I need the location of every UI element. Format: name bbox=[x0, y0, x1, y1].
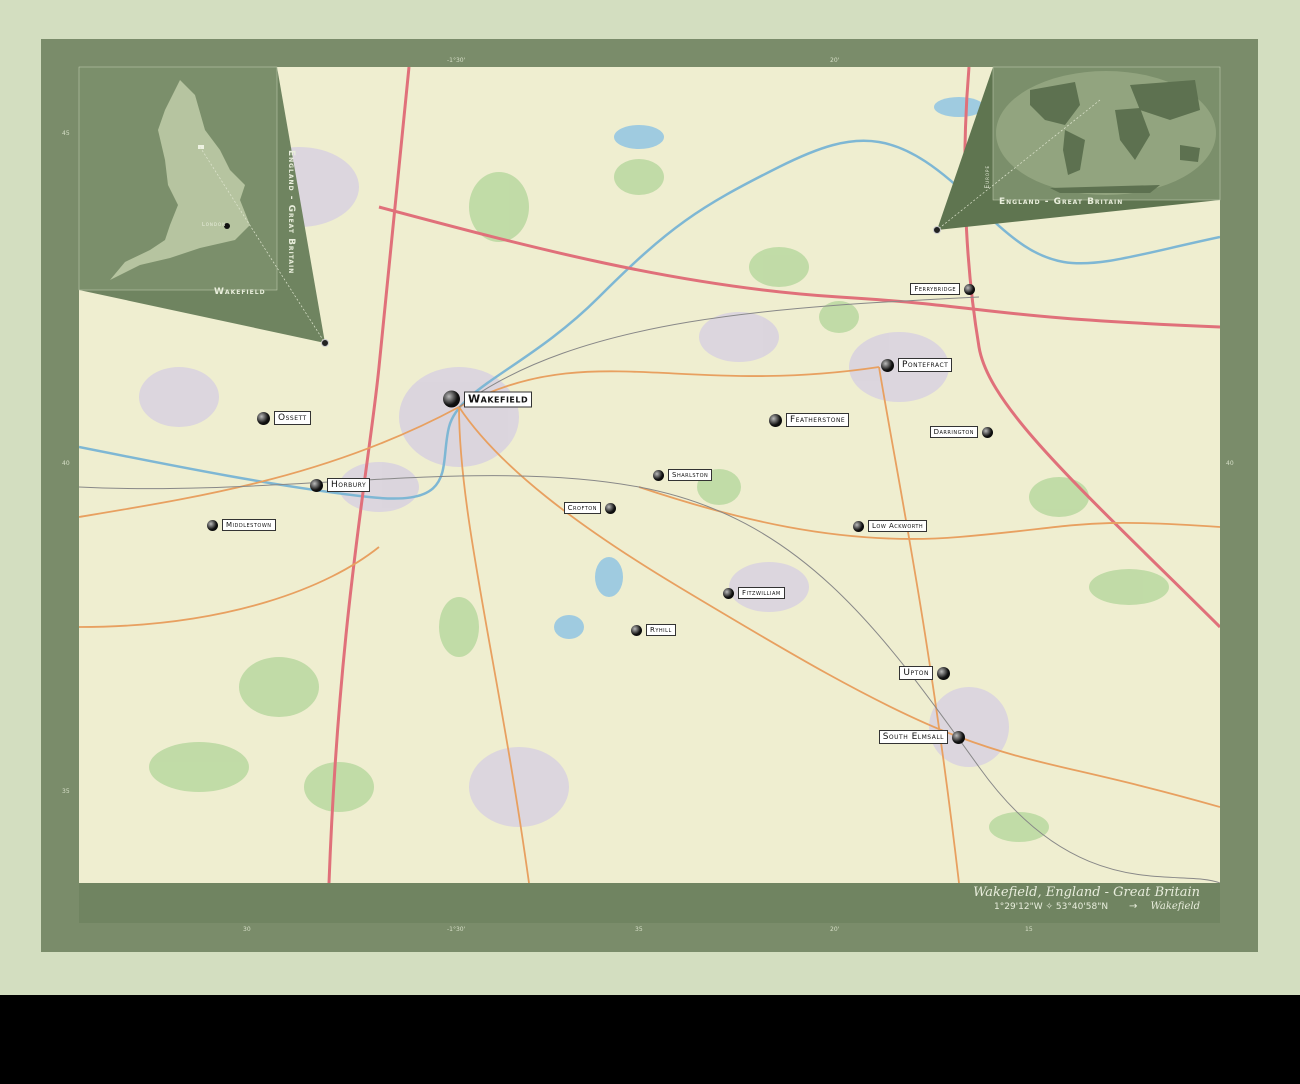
inset-callouts bbox=[78, 66, 1221, 347]
caption-coordinates: 1°29'12"W ✧ 53°40'58"N bbox=[994, 902, 1109, 912]
arrow-right-icon: → bbox=[1129, 901, 1138, 912]
inset-world-country-label: England - Great Britain bbox=[999, 197, 1124, 207]
caption-title: Wakefield, England - Great Britain bbox=[973, 885, 1200, 900]
inset-city-label: London bbox=[202, 222, 227, 228]
watermark-strip bbox=[0, 995, 1300, 1084]
caption-region: Wakefield bbox=[1150, 901, 1200, 912]
inset-continent-label: Europe bbox=[984, 165, 991, 189]
map-caption: Wakefield, England - Great Britain 1°29'… bbox=[79, 883, 1220, 923]
page-background: -1°30' 20' -1°30' 20' 30 35 15 45 40 35 … bbox=[0, 0, 1300, 995]
inset-country-label: England - Great Britain bbox=[286, 150, 296, 275]
inset-region-label: Wakefield bbox=[214, 287, 266, 297]
